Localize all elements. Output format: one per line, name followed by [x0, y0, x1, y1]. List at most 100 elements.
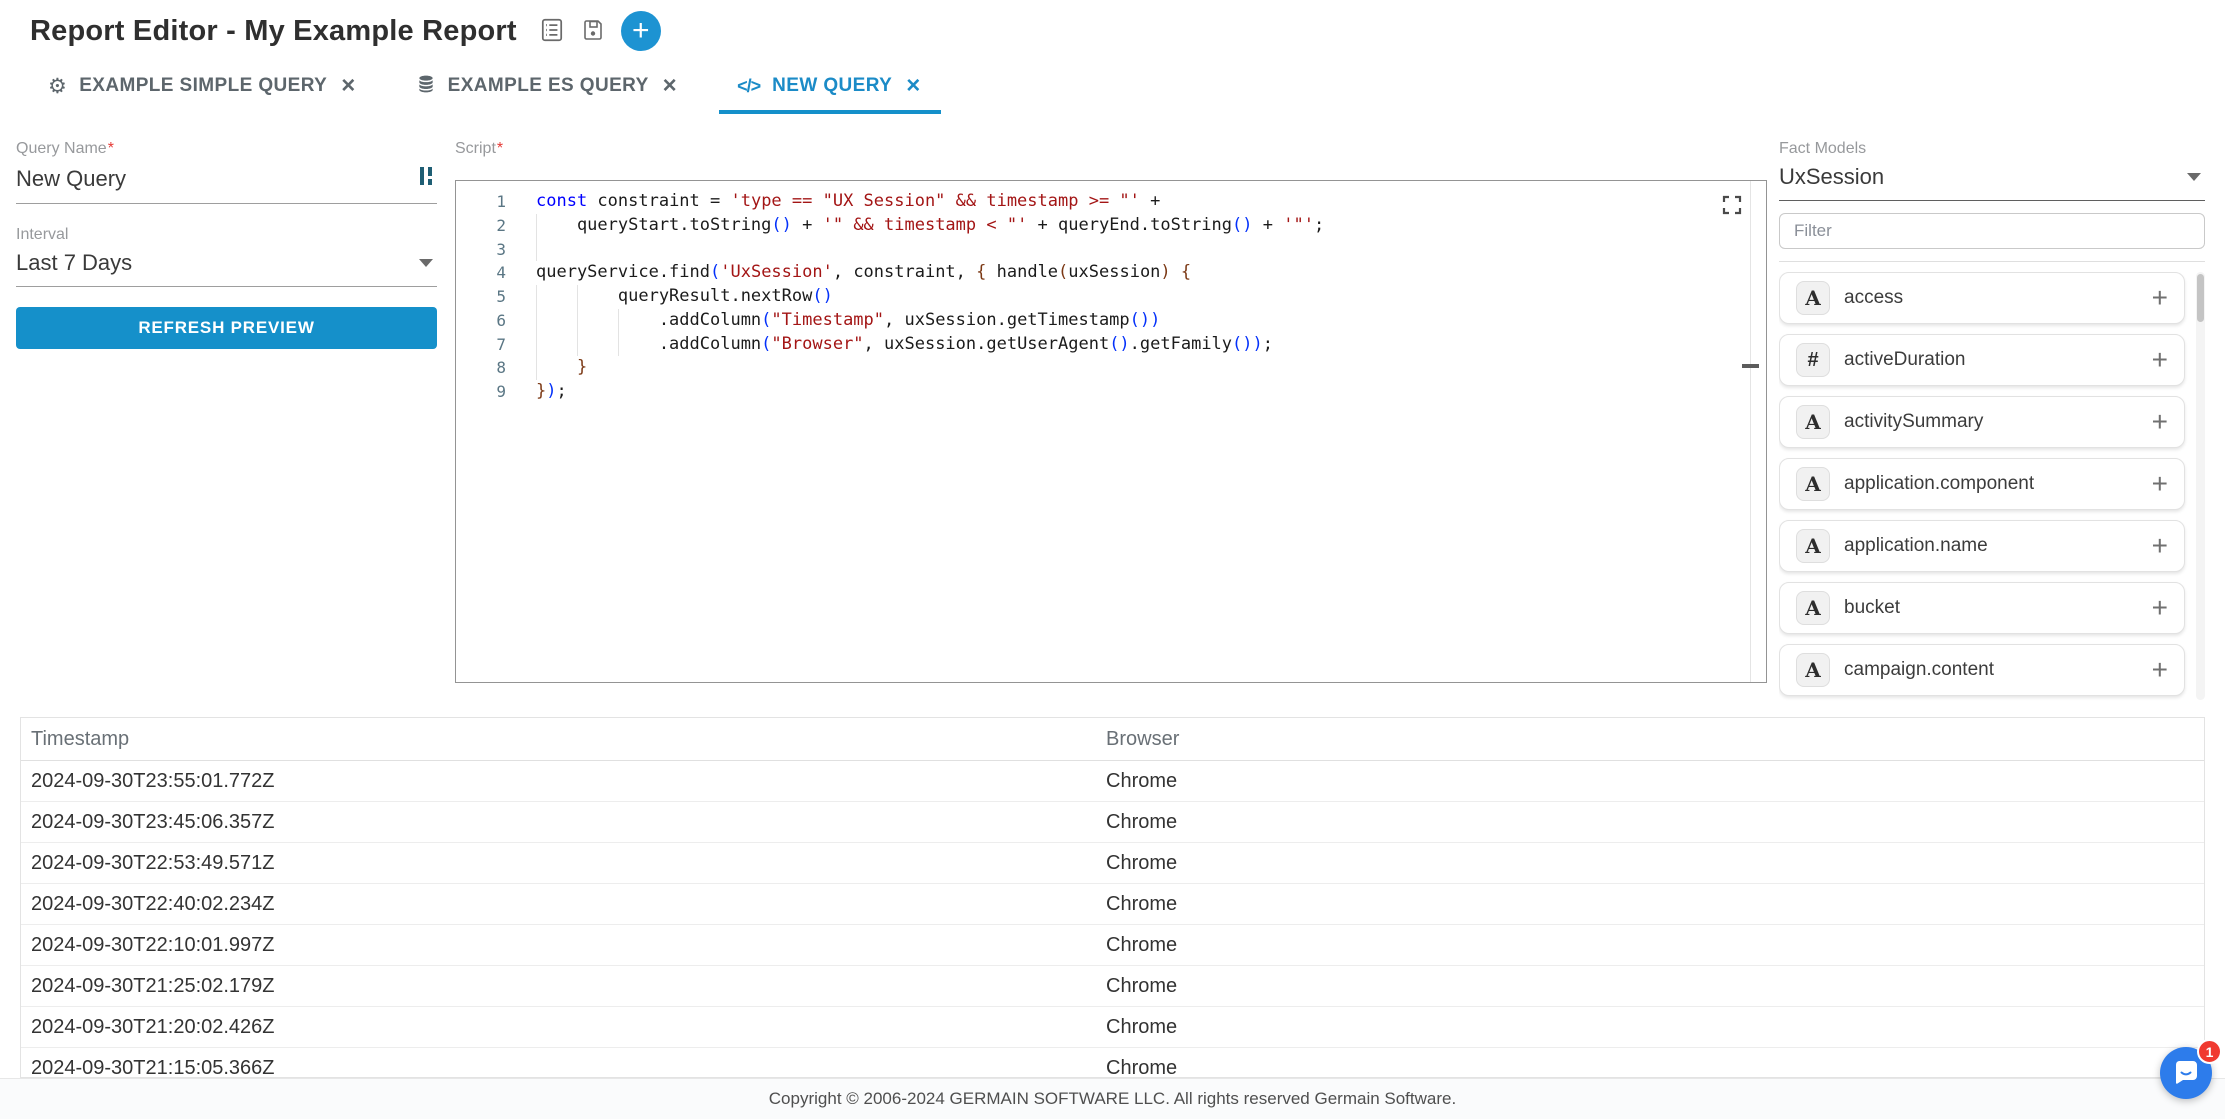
field-card-access[interactable]: Aaccess + [1779, 272, 2185, 324]
line-number: 2 [456, 214, 506, 238]
bind-data-icon[interactable] [419, 164, 437, 193]
interval-value: Last 7 Days [16, 250, 419, 276]
code-token: ; [557, 381, 567, 401]
close-icon[interactable]: × [339, 74, 357, 98]
field-name: bucket [1844, 597, 1900, 619]
cell-browser: Chrome [1096, 893, 2204, 916]
code-token: handle [986, 262, 1058, 282]
editor-scrollbar[interactable] [1750, 181, 1751, 682]
copyright-footer: Copyright © 2006-2024 GERMAIN SOFTWARE L… [0, 1078, 2225, 1119]
scrollbar-thumb[interactable] [2197, 274, 2204, 322]
tab-label: EXAMPLE ES QUERY [448, 75, 649, 97]
add-field-button[interactable]: + [2152, 594, 2168, 622]
fact-models-panel: Fact Models UxSession Aaccess+#activeDur… [1779, 140, 2205, 704]
cell-browser: Chrome [1096, 770, 2204, 793]
field-name: campaign.content [1844, 659, 1994, 681]
editor-scroll-marker [1742, 364, 1759, 368]
indent-guide [536, 285, 537, 309]
code-line[interactable]: 4queryService.find('UxSession', constrai… [456, 261, 1766, 285]
add-query-button[interactable]: + [621, 11, 661, 51]
line-number: 1 [456, 190, 506, 214]
indent-guide [577, 333, 578, 357]
field-name: activitySummary [1844, 411, 1983, 433]
code-token: , constraint, [833, 262, 976, 282]
code-token: '" && timestamp < "' [823, 215, 1028, 235]
code-line[interactable]: 8 } [456, 356, 1766, 380]
field-filter-input[interactable] [1779, 213, 2205, 249]
code-line[interactable]: 3 [456, 238, 1766, 262]
add-field-button[interactable]: + [2152, 284, 2168, 312]
add-field-button[interactable]: + [2152, 532, 2168, 560]
text-type-icon: A [1796, 529, 1830, 563]
code-line[interactable]: 1const constraint = 'type == "UX Session… [456, 190, 1766, 214]
code-token: ( [761, 334, 771, 354]
field-card-activeDuration[interactable]: #activeDuration+ [1779, 334, 2185, 386]
field-card-campaign-content[interactable]: Acampaign.content+ [1779, 644, 2185, 696]
code-line[interactable]: 5 queryResult.nextRow() [456, 285, 1766, 309]
field-card-activitySummary[interactable]: AactivitySummary+ [1779, 396, 2185, 448]
code-token: ( [761, 310, 771, 330]
code-token [536, 357, 577, 377]
database-icon [416, 73, 436, 99]
tab-new-query[interactable]: </>NEW QUERY× [719, 58, 941, 114]
close-icon[interactable]: × [904, 74, 922, 98]
add-field-button[interactable]: + [2152, 346, 2168, 374]
divider [1779, 261, 2205, 262]
report-list-button[interactable] [539, 17, 565, 46]
field-list-scrollbar[interactable] [2196, 272, 2205, 700]
save-report-button[interactable] [581, 18, 605, 45]
table-body: 2024-09-30T23:55:01.772ZChrome2024-09-30… [21, 761, 2204, 1078]
fact-model-select[interactable]: UxSession [1779, 164, 2205, 201]
cell-timestamp: 2024-09-30T22:53:49.571Z [21, 852, 1096, 875]
code-token: { [976, 262, 986, 282]
field-card-application-name[interactable]: Aapplication.name+ [1779, 520, 2185, 572]
code-token: constraint = [587, 191, 730, 211]
table-row: 2024-09-30T21:20:02.426ZChrome [21, 1007, 2204, 1048]
table-row: 2024-09-30T22:10:01.997ZChrome [21, 925, 2204, 966]
table-header-row: Timestamp Browser [21, 718, 2204, 761]
interval-select[interactable]: Last 7 Days [16, 250, 437, 287]
code-token: .addColumn [536, 310, 761, 330]
field-name: access [1844, 287, 1903, 309]
field-card-application-component[interactable]: Aapplication.component+ [1779, 458, 2185, 510]
script-code-editor[interactable]: 1const constraint = 'type == "UX Session… [455, 180, 1767, 683]
text-type-icon: A [1796, 281, 1830, 315]
code-token: uxSession [1068, 262, 1160, 282]
close-icon[interactable]: × [661, 74, 679, 98]
tab-example-es-query[interactable]: EXAMPLE ES QUERY × [398, 58, 697, 114]
indent-guide [536, 214, 537, 238]
code-token: + [792, 215, 823, 235]
refresh-preview-button[interactable]: REFRESH PREVIEW [16, 307, 437, 349]
plus-icon: + [632, 14, 650, 47]
line-number: 9 [456, 380, 506, 404]
cell-timestamp: 2024-09-30T23:45:06.357Z [21, 811, 1096, 834]
field-card-bucket[interactable]: Abucket+ [1779, 582, 2185, 634]
code-area[interactable]: 1const constraint = 'type == "UX Session… [456, 181, 1766, 404]
indent-guide [577, 309, 578, 333]
code-line[interactable]: 7 .addColumn("Browser", uxSession.getUse… [456, 333, 1766, 357]
code-token: { [1181, 262, 1191, 282]
query-name-input[interactable] [16, 166, 419, 192]
header-actions: + [539, 11, 661, 51]
add-field-button[interactable]: + [2152, 408, 2168, 436]
code-line[interactable]: 2 queryStart.toString() + '" && timestam… [456, 214, 1766, 238]
app-header: Report Editor - My Example Report [0, 0, 2225, 52]
code-token: () [1109, 334, 1129, 354]
code-token: ()) [1232, 334, 1263, 354]
code-token: () [771, 215, 791, 235]
code-line[interactable]: 9}); [456, 380, 1766, 404]
code-token: ( [710, 262, 720, 282]
code-token: ()) [1130, 310, 1161, 330]
cell-timestamp: 2024-09-30T21:25:02.179Z [21, 975, 1096, 998]
code-token: .addColumn [536, 334, 761, 354]
code-token: ) [546, 381, 556, 401]
text-type-icon: A [1796, 467, 1830, 501]
code-token: ; [1314, 215, 1324, 235]
code-line[interactable]: 6 .addColumn("Timestamp", uxSession.getT… [456, 309, 1766, 333]
tab-example-simple-query[interactable]: ⚙EXAMPLE SIMPLE QUERY× [30, 58, 376, 114]
code-token: 'UxSession' [720, 262, 833, 282]
code-token: + [1253, 215, 1284, 235]
add-field-button[interactable]: + [2152, 656, 2168, 684]
fullscreen-expand-button[interactable] [1722, 195, 1742, 218]
add-field-button[interactable]: + [2152, 470, 2168, 498]
